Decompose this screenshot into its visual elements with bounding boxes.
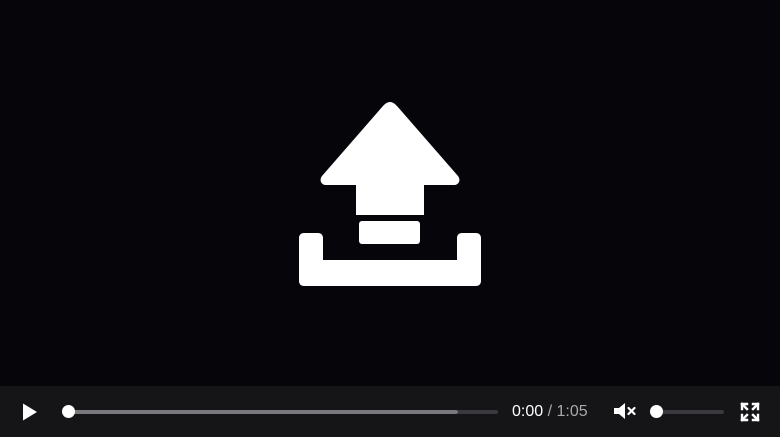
fullscreen-button[interactable] [739, 401, 761, 423]
progress-slider[interactable] [62, 402, 500, 422]
time-display: 0:00 / 1:05 [512, 402, 588, 422]
play-button[interactable] [18, 401, 40, 423]
fullscreen-icon [740, 402, 760, 422]
video-player: 0:00 / 1:05 [0, 0, 780, 437]
time-separator: / [547, 403, 553, 420]
volume-thumb[interactable] [650, 405, 663, 418]
progress-thumb[interactable] [62, 405, 75, 418]
progress-track [68, 410, 458, 414]
volume-track [655, 410, 724, 414]
control-bar: 0:00 / 1:05 [0, 386, 780, 437]
volume-muted-icon [614, 403, 636, 419]
mute-button[interactable] [612, 400, 638, 422]
progress-buffer [458, 410, 498, 414]
upload-icon [299, 102, 481, 286]
volume-slider[interactable] [649, 402, 727, 422]
play-icon [23, 403, 37, 421]
current-time: 0:00 [512, 403, 544, 420]
video-surface[interactable] [0, 0, 780, 386]
duration: 1:05 [556, 403, 588, 420]
